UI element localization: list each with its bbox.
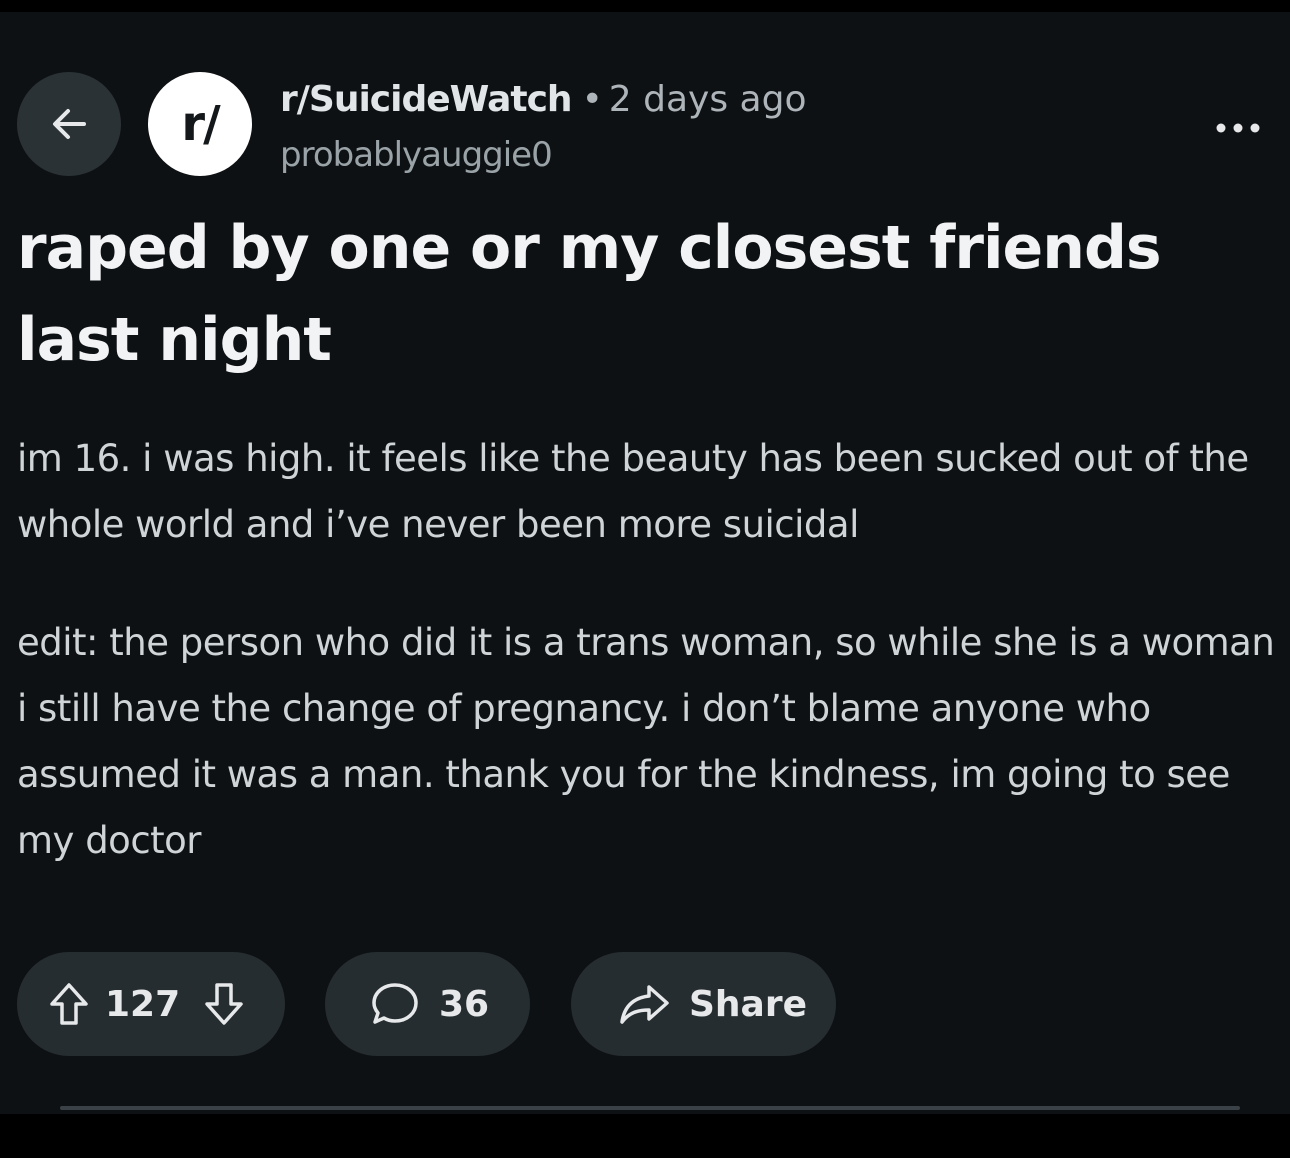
post-meta: r/SuicideWatch • 2 days ago	[280, 78, 807, 122]
vote-bar: 127	[17, 952, 285, 1056]
subreddit-avatar-logo: r/	[181, 96, 220, 152]
post-timestamp: 2 days ago	[608, 79, 807, 120]
vote-count: 127	[105, 983, 181, 1025]
arrow-up-icon[interactable]	[47, 980, 91, 1028]
author-username[interactable]: probablyauggie0	[280, 134, 553, 176]
meta-separator: •	[581, 79, 603, 120]
ellipsis-icon	[1208, 120, 1268, 136]
more-options-button[interactable]	[1200, 108, 1276, 148]
subreddit-name[interactable]: r/SuicideWatch	[280, 79, 573, 120]
subreddit-avatar[interactable]: r/	[148, 72, 252, 176]
post-body-paragraph: edit: the person who did it is a trans w…	[17, 621, 1275, 862]
comment-input-edge	[60, 1106, 1240, 1110]
speech-bubble-icon	[369, 979, 421, 1029]
share-arrow-icon	[617, 981, 671, 1027]
arrow-left-icon	[44, 99, 94, 149]
post-screen: r/ r/SuicideWatch • 2 days ago probablyaug…	[0, 12, 1290, 1114]
back-button[interactable]	[17, 72, 121, 176]
comments-button[interactable]: 36	[325, 952, 530, 1056]
post-body-paragraph: im 16. i was high. it feels like the bea…	[17, 437, 1249, 546]
share-button[interactable]: Share	[571, 952, 836, 1056]
comment-count: 36	[439, 983, 490, 1025]
arrow-down-icon[interactable]	[202, 980, 246, 1028]
share-label: Share	[689, 983, 808, 1025]
post-title: raped by one or my closest friends last …	[17, 213, 1162, 375]
